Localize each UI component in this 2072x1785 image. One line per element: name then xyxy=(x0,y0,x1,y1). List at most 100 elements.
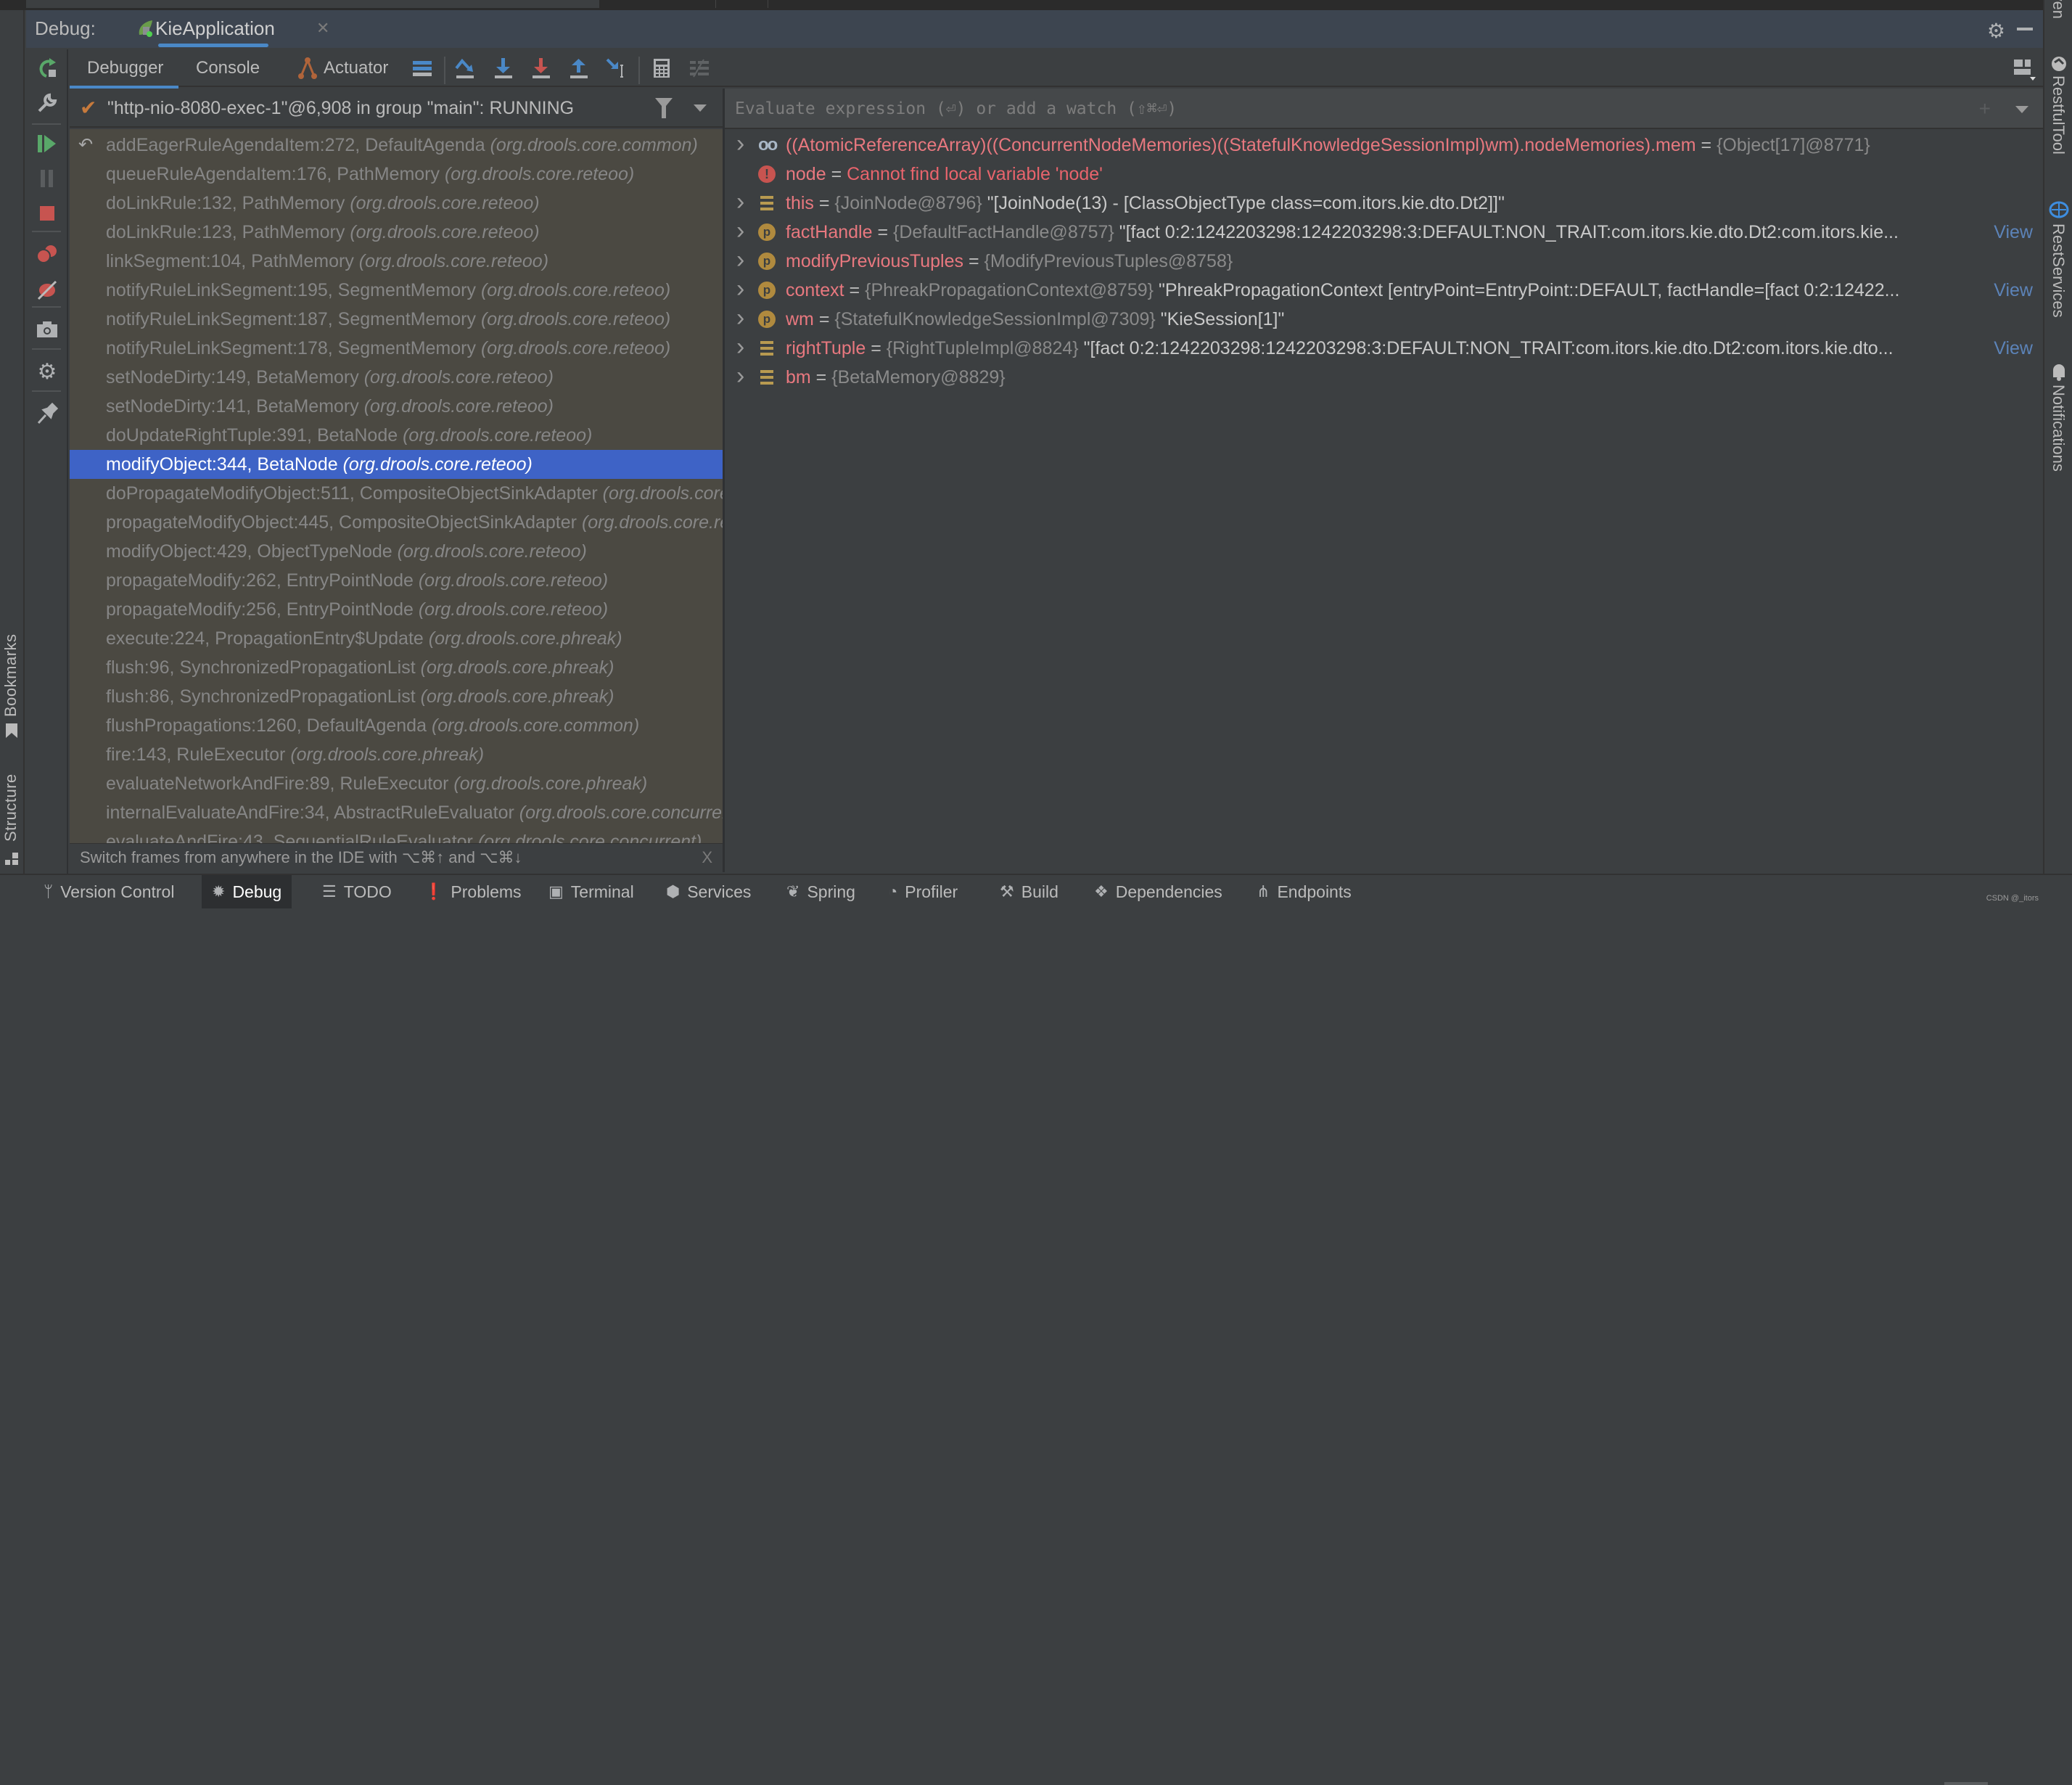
editor-tab[interactable] xyxy=(26,0,599,8)
frame-row[interactable]: evaluateNetworkAndFire:89, RuleExecutor … xyxy=(70,769,723,798)
variable-row[interactable]: › p modifyPreviousTuples = {ModifyPrevious… xyxy=(725,247,2043,276)
frame-row[interactable]: propagateModify:262, EntryPointNode (org… xyxy=(70,566,723,595)
expand-chevron-icon[interactable]: › xyxy=(736,363,744,389)
frame-row[interactable]: doLinkRule:132, PathMemory (org.drools.c… xyxy=(70,189,723,218)
view-link[interactable]: View xyxy=(1994,276,2033,305)
frame-row[interactable]: flush:96, SynchronizedPropagationList (o… xyxy=(70,653,723,682)
variables-tree[interactable]: › oo ((AtomicReferenceArray)((ConcurrentNo… xyxy=(725,131,2043,872)
force-step-into-icon[interactable] xyxy=(530,57,553,80)
view-link[interactable]: View xyxy=(1994,334,2033,363)
frame-row[interactable]: notifyRuleLinkSegment:187, SegmentMemory… xyxy=(70,305,723,334)
toolwindow-build[interactable]: ⚒ Build xyxy=(990,875,1069,908)
maven-stripe-button[interactable]: Maven xyxy=(2049,0,2068,19)
toolwindow-version-control[interactable]: ᛘ Version Control xyxy=(33,875,184,908)
close-tip-icon[interactable]: X xyxy=(702,848,712,867)
get-thread-dump-button[interactable] xyxy=(26,312,68,347)
tab-actuator[interactable]: Actuator xyxy=(280,49,406,87)
filter-icon[interactable] xyxy=(654,97,673,119)
toolwindow-problems[interactable]: ❗ Problems xyxy=(414,875,532,908)
variable-row[interactable]: › bm = {BetaMemory@8829} xyxy=(725,363,2043,392)
horizontal-scrollbar[interactable] xyxy=(1944,1782,1988,1785)
frame-row[interactable]: ↶ addEagerRuleAgendaItem:272, DefaultAgen… xyxy=(70,131,723,160)
thread-selector[interactable]: ✔ "http-nio-8080-exec-1"@6,908 in group … xyxy=(70,89,723,128)
frame-row[interactable]: linkSegment:104, PathMemory (org.drools.… xyxy=(70,247,723,276)
frames-list[interactable]: ↶ addEagerRuleAgendaItem:272, DefaultAgen… xyxy=(70,129,723,843)
expand-chevron-icon[interactable]: › xyxy=(736,189,744,215)
toolwindow-services[interactable]: ⬢ Services xyxy=(656,875,761,908)
expand-chevron-icon[interactable]: › xyxy=(736,131,744,157)
evaluate-expression-input[interactable] xyxy=(735,96,1954,122)
structure-stripe-button[interactable]: Structure xyxy=(1,774,20,842)
expand-chevron-icon[interactable]: › xyxy=(736,218,744,244)
toolwindow-dependencies[interactable]: ❖ Dependencies xyxy=(1084,875,1233,908)
variable-row[interactable]: › rightTuple = {RightTupleImpl@8824} "[fa… xyxy=(725,334,2043,363)
toolwindow-profiler[interactable]: ◔ Profiler xyxy=(878,875,968,908)
frame-row[interactable]: propagateModify:256, EntryPointNode (org… xyxy=(70,595,723,624)
tab-console[interactable]: Console xyxy=(178,49,277,87)
frame-row[interactable]: modifyObject:344, BetaNode (org.drools.c… xyxy=(70,450,723,479)
resume-button[interactable] xyxy=(26,126,68,161)
layout-settings-icon[interactable] xyxy=(2013,57,2037,81)
toolwindow-terminal[interactable]: ▣ Terminal xyxy=(538,875,644,908)
restfultool-stripe-button[interactable]: RestfulTool xyxy=(2049,75,2068,155)
pause-button[interactable] xyxy=(26,161,68,196)
frame-row[interactable]: doPropagateModifyObject:511, CompositeOb… xyxy=(70,479,723,508)
expand-chevron-icon[interactable]: › xyxy=(736,247,744,273)
notifications-stripe-button[interactable]: Notifications xyxy=(2049,385,2068,472)
frame-row[interactable]: doLinkRule:123, PathMemory (org.drools.c… xyxy=(70,218,723,247)
frame-row[interactable]: evaluateAndFire:43, SequentialRuleEvalua… xyxy=(70,827,723,843)
variable-row[interactable]: › p wm = {StatefulKnowledgeSessionImpl@730… xyxy=(725,305,2043,334)
toolwindow-debug[interactable]: ✹ Debug xyxy=(202,875,292,908)
close-tab-icon[interactable]: ✕ xyxy=(316,19,329,38)
bookmarks-stripe-button[interactable]: Bookmarks xyxy=(1,633,20,717)
frame-row[interactable]: propagateModifyObject:445, CompositeObje… xyxy=(70,508,723,537)
variable-row[interactable]: › this = {JoinNode@8796} "[JoinNode(13) -… xyxy=(725,189,2043,218)
frame-row[interactable]: setNodeDirty:141, BetaMemory (org.drools… xyxy=(70,392,723,421)
step-over-icon[interactable] xyxy=(454,57,477,80)
step-into-icon[interactable] xyxy=(492,57,515,80)
toolwindow-spring[interactable]: ❦ Spring xyxy=(776,875,866,908)
frame-row[interactable]: doUpdateRightTuple:391, BetaNode (org.dr… xyxy=(70,421,723,450)
equals-sign: = xyxy=(1695,135,1717,155)
restservices-stripe-button[interactable]: RestServices xyxy=(2049,223,2068,318)
chevron-down-icon[interactable] xyxy=(694,104,707,112)
debugger-settings-button[interactable]: ⚙ xyxy=(26,354,68,389)
pin-tab-button[interactable] xyxy=(26,396,68,431)
expand-chevron-icon[interactable]: › xyxy=(736,334,744,360)
frame-row[interactable]: internalEvaluateAndFire:34, AbstractRule… xyxy=(70,798,723,827)
frame-row[interactable]: setNodeDirty:149, BetaMemory (org.drools… xyxy=(70,363,723,392)
frame-row[interactable]: fire:143, RuleExecutor (org.drools.core.… xyxy=(70,740,723,769)
frame-row[interactable]: modifyObject:429, ObjectTypeNode (org.dr… xyxy=(70,537,723,566)
settings-gear-icon[interactable]: ⚙ xyxy=(1987,19,2005,43)
variable-row[interactable]: › p factHandle = {DefaultFactHandle@8757} … xyxy=(725,218,2043,247)
rerun-button[interactable] xyxy=(26,51,68,86)
restore-layout-icon[interactable] xyxy=(411,57,434,80)
trace-stream-chain-icon[interactable] xyxy=(688,57,711,80)
frame-row[interactable]: notifyRuleLinkSegment:178, SegmentMemory… xyxy=(70,334,723,363)
view-breakpoints-button[interactable] xyxy=(26,237,68,271)
view-link[interactable]: View xyxy=(1994,218,2033,247)
frame-row[interactable]: queueRuleAgendaItem:176, PathMemory (org… xyxy=(70,160,723,189)
modify-run-config-button[interactable] xyxy=(26,86,68,120)
toolwindow-todo[interactable]: ☰ TODO xyxy=(312,875,402,908)
tab-debugger[interactable]: Debugger xyxy=(70,49,178,89)
add-watch-icon[interactable]: + xyxy=(1979,97,1991,120)
mute-breakpoints-button[interactable] xyxy=(26,273,68,308)
variable-row[interactable]: ! node = Cannot find local variable 'node… xyxy=(725,160,2043,189)
evaluate-expression-icon[interactable] xyxy=(650,57,673,80)
expand-chevron-icon[interactable]: › xyxy=(736,276,744,302)
variable-row[interactable]: › oo ((AtomicReferenceArray)((ConcurrentNo… xyxy=(725,131,2043,160)
variable-row[interactable]: › p context = {PhreakPropagationContext@87… xyxy=(725,276,2043,305)
run-config-tab[interactable]: KieApplication ✕ xyxy=(128,10,329,48)
toolwindow-endpoints[interactable]: ⋔ Endpoints xyxy=(1246,875,1362,908)
expand-chevron-icon[interactable]: › xyxy=(736,305,744,331)
frame-row[interactable]: flushPropagations:1260, DefaultAgenda (o… xyxy=(70,711,723,740)
step-out-icon[interactable] xyxy=(567,57,591,80)
frame-row[interactable]: flush:86, SynchronizedPropagationList (o… xyxy=(70,682,723,711)
history-dropdown-icon[interactable] xyxy=(2015,106,2028,113)
frame-row[interactable]: notifyRuleLinkSegment:195, SegmentMemory… xyxy=(70,276,723,305)
minimize-icon[interactable] xyxy=(2017,28,2033,30)
stop-button[interactable] xyxy=(26,196,68,231)
frame-row[interactable]: execute:224, PropagationEntry$Update (or… xyxy=(70,624,723,653)
run-to-cursor-icon[interactable] xyxy=(605,57,628,80)
